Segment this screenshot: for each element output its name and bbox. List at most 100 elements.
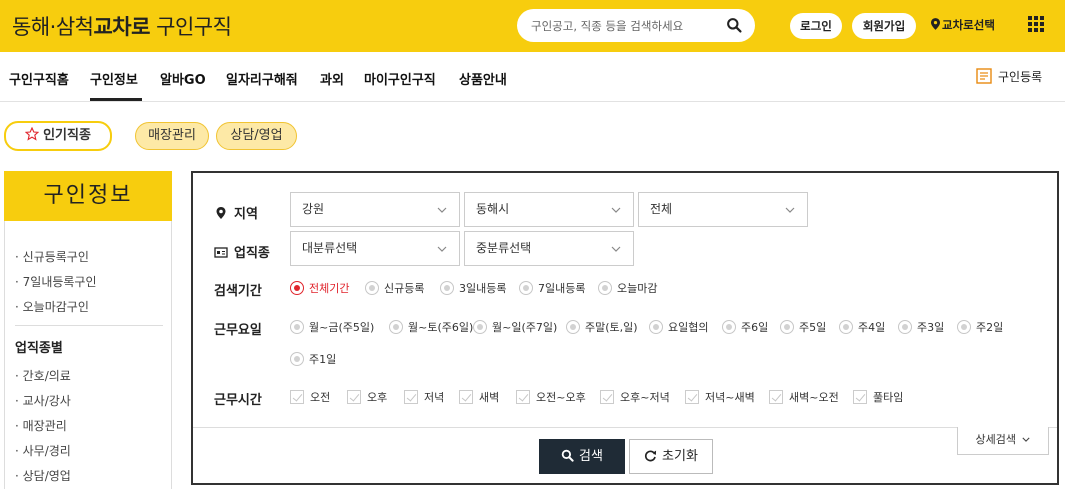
search-icon[interactable] xyxy=(726,17,743,34)
logo-prefix: 동해·삼척 xyxy=(12,15,94,39)
worktime-option-evening[interactable]: 저녁 xyxy=(404,389,444,405)
worktime-option-morning-afternoon[interactable]: 오전~오후 xyxy=(516,389,586,405)
checkbox xyxy=(516,390,530,404)
sidebar-link-nursing[interactable]: · 간호/의료 xyxy=(15,367,71,384)
job-search-panel: 지역 강원 동해시 전체 업직종 대분류선택 중분류선택 검색기간 전체기간 신… xyxy=(191,171,1059,485)
sidebar-link-7days[interactable]: · 7일내등록구인 xyxy=(15,273,97,290)
radio xyxy=(598,281,612,295)
radio xyxy=(389,320,403,334)
region-province-select[interactable]: 강원 xyxy=(290,192,460,227)
site-logo[interactable]: 동해·삼척교차로 구인구직 xyxy=(12,11,232,41)
workday-option-6days[interactable]: 주6일 xyxy=(722,319,768,335)
sidebar-link-sales[interactable]: · 상담/영업 xyxy=(15,467,71,484)
radio xyxy=(722,320,736,334)
popular-jobs-label: 인기직종 xyxy=(43,128,91,143)
radio xyxy=(566,320,580,334)
workday-option-negotiable[interactable]: 요일협의 xyxy=(649,319,708,335)
radio xyxy=(365,281,379,295)
register-label: 구인등록 xyxy=(998,70,1043,84)
job-major-select[interactable]: 대분류선택 xyxy=(290,231,460,266)
nav-item-home[interactable]: 구인구직홈 xyxy=(9,69,69,88)
nav-item-find-job[interactable]: 일자리구해줘 xyxy=(226,69,298,88)
period-option-7days[interactable]: 7일내등록 xyxy=(519,280,585,296)
job-register-button[interactable]: 구인등록 xyxy=(976,68,1042,85)
search-icon xyxy=(561,449,574,462)
nav-item-job-info[interactable]: 구인정보 xyxy=(90,69,138,88)
search-input[interactable] xyxy=(531,16,721,35)
reset-button[interactable]: 초기화 xyxy=(629,439,713,474)
detail-search-button[interactable]: 상세검색 xyxy=(957,427,1049,455)
nav-item-products[interactable]: 상품안내 xyxy=(459,69,507,88)
nav-item-my-page[interactable]: 마이구인구직 xyxy=(364,69,436,88)
radio xyxy=(957,320,971,334)
sidebar-section-heading: 업직종별 xyxy=(15,341,63,356)
sidebar-link-today-closing[interactable]: · 오늘마감구인 xyxy=(15,298,89,315)
job-category-label: 업직종 xyxy=(214,242,270,261)
radio xyxy=(898,320,912,334)
location-pin-icon xyxy=(216,207,226,219)
top-header: 동해·삼척교차로 구인구직 로그인 회원가입 교차로선택 xyxy=(0,0,1065,52)
radio-selected xyxy=(290,281,304,295)
checkbox xyxy=(853,390,867,404)
workday-option-mon-sun[interactable]: 월~일(주7일) xyxy=(473,319,557,335)
location-select-button[interactable]: 교차로선택 xyxy=(931,17,995,33)
radio xyxy=(839,320,853,334)
workday-option-2days[interactable]: 주2일 xyxy=(957,319,1003,335)
worktime-option-evening-dawn[interactable]: 저녁~새벽 xyxy=(685,389,755,405)
sidebar-link-store[interactable]: · 매장관리 xyxy=(15,417,67,434)
workday-option-mon-sat[interactable]: 월~토(주6일) xyxy=(389,319,473,335)
radio xyxy=(780,320,794,334)
location-pin-icon xyxy=(931,18,940,30)
workday-option-1day[interactable]: 주1일 xyxy=(290,351,336,367)
worktime-option-afternoon[interactable]: 오후 xyxy=(347,389,387,405)
chevron-down-icon xyxy=(785,207,795,213)
login-button[interactable]: 로그인 xyxy=(790,13,842,39)
worktime-option-dawn[interactable]: 새벽 xyxy=(459,389,499,405)
worktime-option-fulltime[interactable]: 풀타임 xyxy=(853,389,903,405)
workday-option-mon-fri[interactable]: 월~금(주5일) xyxy=(290,319,374,335)
period-option-today[interactable]: 오늘마감 xyxy=(598,280,657,296)
checkbox xyxy=(347,390,361,404)
nav-item-tutoring[interactable]: 과외 xyxy=(320,69,344,88)
worktime-label: 근무시간 xyxy=(214,393,262,408)
workday-option-3days[interactable]: 주3일 xyxy=(898,319,944,335)
nav-item-albago[interactable]: 알바GO xyxy=(160,69,206,88)
sidebar-link-teacher[interactable]: · 교사/강사 xyxy=(15,392,71,409)
sidebar: · 신규등록구인 · 7일내등록구인 · 오늘마감구인 업직종별 · 간호/의료… xyxy=(4,221,172,489)
worktime-option-afternoon-evening[interactable]: 오후~저녁 xyxy=(600,389,670,405)
document-icon xyxy=(976,68,992,84)
period-option-new[interactable]: 신규등록 xyxy=(365,280,424,296)
radio xyxy=(519,281,533,295)
search-button[interactable]: 검색 xyxy=(539,439,625,474)
period-option-all[interactable]: 전체기간 xyxy=(290,280,349,296)
chip-store-management[interactable]: 매장관리 xyxy=(135,122,209,150)
sidebar-divider xyxy=(15,325,163,326)
region-district-select[interactable]: 전체 xyxy=(638,192,808,227)
radio xyxy=(649,320,663,334)
workday-option-5days[interactable]: 주5일 xyxy=(780,319,826,335)
signup-button[interactable]: 회원가입 xyxy=(852,13,916,39)
sidebar-link-new[interactable]: · 신규등록구인 xyxy=(15,248,89,265)
chevron-down-icon xyxy=(611,246,621,252)
worktime-option-dawn-morning[interactable]: 새벽~오전 xyxy=(769,389,839,405)
chevron-down-icon xyxy=(437,207,447,213)
workday-option-weekend[interactable]: 주말(토,일) xyxy=(566,319,638,335)
period-label: 검색기간 xyxy=(214,284,262,299)
id-card-icon xyxy=(214,247,228,258)
sidebar-link-office[interactable]: · 사무/경리 xyxy=(15,442,71,459)
job-minor-select[interactable]: 중분류선택 xyxy=(464,231,634,266)
radio xyxy=(290,320,304,334)
grid-menu-icon[interactable] xyxy=(1026,14,1046,34)
worktime-option-morning[interactable]: 오전 xyxy=(290,389,330,405)
main-nav: 구인구직홈 구인정보 알바GO 일자리구해줘 과외 마이구인구직 상품안내 구인… xyxy=(0,52,1065,102)
region-city-select[interactable]: 동해시 xyxy=(464,192,634,227)
workday-option-4days[interactable]: 주4일 xyxy=(839,319,885,335)
popular-jobs-chip[interactable]: 인기직종 xyxy=(4,121,112,151)
chip-sales-consulting[interactable]: 상담/영업 xyxy=(216,122,297,150)
radio xyxy=(440,281,454,295)
workday-label: 근무요일 xyxy=(214,323,262,338)
period-option-3days[interactable]: 3일내등록 xyxy=(440,280,506,296)
location-label: 교차로선택 xyxy=(942,18,995,32)
radio xyxy=(290,352,304,366)
region-label: 지역 xyxy=(214,203,258,222)
